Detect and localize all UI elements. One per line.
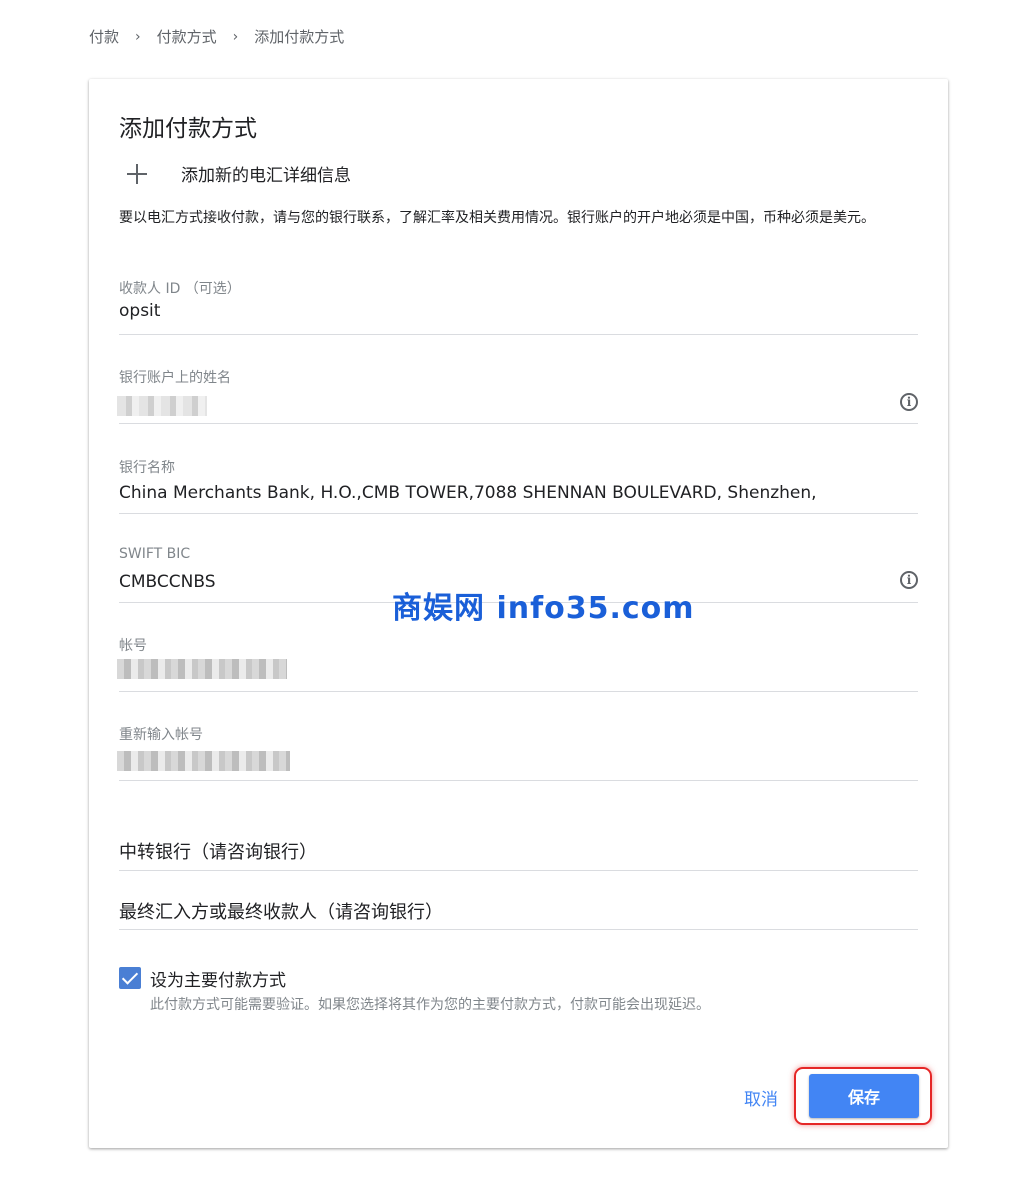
breadcrumb: 付款 › 付款方式 › 添加付款方式 — [89, 26, 344, 47]
breadcrumb-separator-icon: › — [232, 28, 239, 45]
account-number-confirm-field[interactable]: 重新输入帐号 — [117, 720, 918, 781]
bank-name-value[interactable]: China Merchants Bank, H.O.,CMB TOWER,708… — [119, 483, 817, 503]
final-beneficiary-field[interactable]: 最终汇入方或最终收款人（请咨询银行） — [119, 894, 918, 930]
swift-bic-value[interactable]: CMBCCNBS — [119, 572, 216, 592]
info-icon[interactable]: i — [900, 393, 918, 411]
account-number-confirm-label: 重新输入帐号 — [119, 727, 203, 743]
primary-checkbox[interactable] — [119, 967, 141, 989]
primary-checkbox-help: 此付款方式可能需要验证。如果您选择将其作为您的主要付款方式，付款可能会出现延迟。 — [150, 997, 710, 1013]
final-beneficiary-placeholder: 最终汇入方或最终收款人（请咨询银行） — [119, 902, 443, 923]
payee-id-value[interactable]: opsit — [119, 301, 160, 321]
watermark: 商娱网 info35.com — [392, 591, 695, 626]
primary-checkbox-label[interactable]: 设为主要付款方式 — [150, 966, 286, 991]
cancel-button[interactable]: 取消 — [744, 1085, 778, 1110]
breadcrumb-item-payments[interactable]: 付款 — [89, 26, 119, 47]
account-number-confirm-value-redacted[interactable] — [117, 751, 290, 771]
payee-id-label: 收款人 ID （可选） — [119, 281, 241, 297]
account-number-label: 帐号 — [119, 638, 147, 654]
page-title: 添加付款方式 — [119, 116, 257, 142]
account-number-field[interactable]: 帐号 — [117, 631, 918, 692]
breadcrumb-item-add-payment-method: 添加付款方式 — [254, 28, 345, 46]
add-new-wire-label: 添加新的电汇详细信息 — [181, 166, 351, 186]
account-name-value-redacted[interactable] — [117, 396, 207, 416]
account-number-value-redacted[interactable] — [117, 659, 287, 679]
swift-bic-label: SWIFT BIC — [119, 546, 191, 562]
wire-description: 要以电汇方式接收付款，请与您的银行联系，了解汇率及相关费用情况。银行账户的开户地… — [119, 210, 875, 226]
save-button[interactable]: 保存 — [809, 1074, 919, 1118]
plus-icon — [126, 163, 148, 185]
info-icon[interactable]: i — [900, 571, 918, 589]
intermediary-bank-field[interactable]: 中转银行（请咨询银行） — [119, 834, 918, 871]
account-name-label: 银行账户上的姓名 — [119, 370, 231, 386]
intermediary-bank-placeholder: 中转银行（请咨询银行） — [119, 842, 317, 863]
breadcrumb-item-payment-methods[interactable]: 付款方式 — [157, 26, 217, 47]
account-name-field[interactable]: 银行账户上的姓名 i — [117, 364, 918, 424]
bank-name-field[interactable]: 银行名称 China Merchants Bank, H.O.,CMB TOWE… — [119, 453, 918, 514]
breadcrumb-separator-icon: › — [135, 28, 141, 45]
payee-id-field[interactable]: 收款人 ID （可选） opsit — [119, 275, 918, 335]
bank-name-label: 银行名称 — [119, 460, 175, 476]
add-new-wire-option[interactable]: 添加新的电汇详细信息 — [119, 161, 918, 186]
